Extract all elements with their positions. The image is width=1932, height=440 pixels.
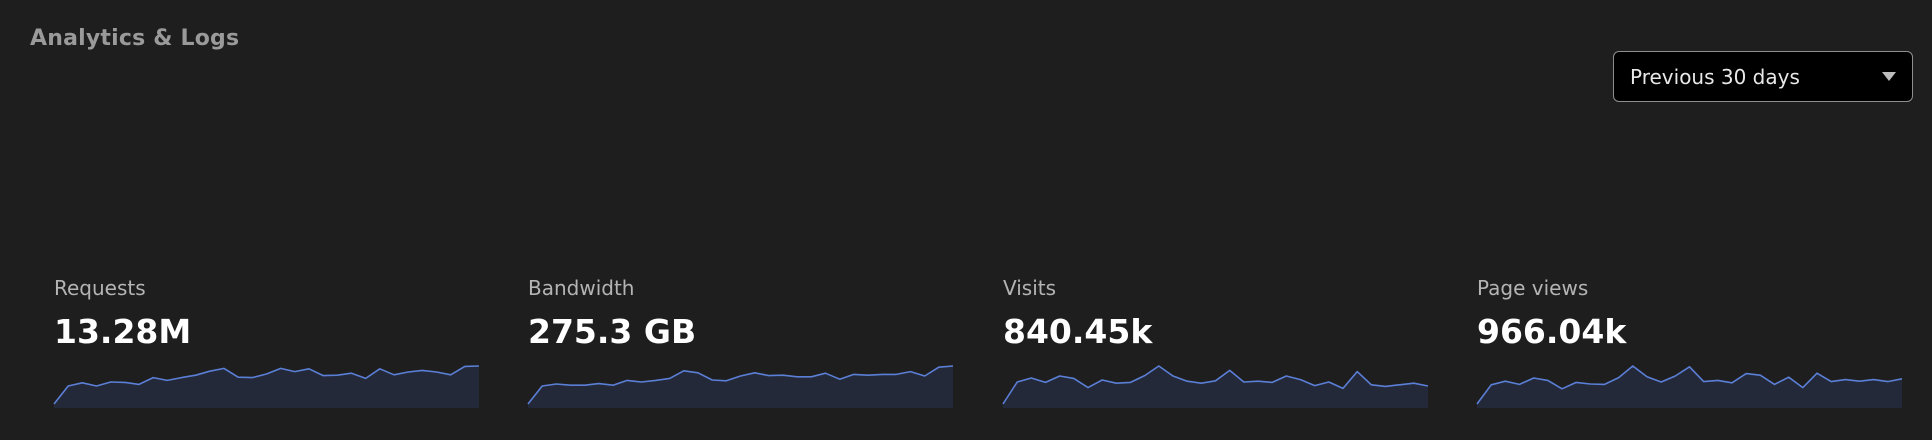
- stat-card-requests[interactable]: Requests 13.28M: [53, 276, 480, 411]
- analytics-page: Analytics & Logs Previous 30 days Reques…: [0, 0, 1932, 440]
- stat-card-visits[interactable]: Visits 840.45k: [1002, 276, 1429, 411]
- sparkline-page-views: [1476, 365, 1903, 408]
- sparkline-area: [528, 366, 953, 408]
- sparkline-bandwidth: [527, 365, 954, 408]
- stats-row: Requests 13.28M Bandwidth 275.3 GB Visit…: [0, 0, 1932, 440]
- sparkline-requests: [53, 365, 480, 408]
- stat-label: Visits: [1003, 276, 1057, 300]
- sparkline-area: [54, 366, 479, 408]
- sparkline-visits: [1002, 365, 1429, 408]
- stat-value: 966.04k: [1477, 312, 1627, 351]
- sparkline-area: [1003, 366, 1428, 408]
- stat-card-page-views[interactable]: Page views 966.04k: [1476, 276, 1903, 411]
- stat-label: Page views: [1477, 276, 1589, 300]
- stat-label: Bandwidth: [528, 276, 635, 300]
- stat-value: 840.45k: [1003, 312, 1153, 351]
- stat-value: 275.3 GB: [528, 312, 697, 351]
- sparkline-area: [1477, 366, 1902, 408]
- stat-card-bandwidth[interactable]: Bandwidth 275.3 GB: [527, 276, 954, 411]
- stat-value: 13.28M: [54, 312, 192, 351]
- stat-label: Requests: [54, 276, 146, 300]
